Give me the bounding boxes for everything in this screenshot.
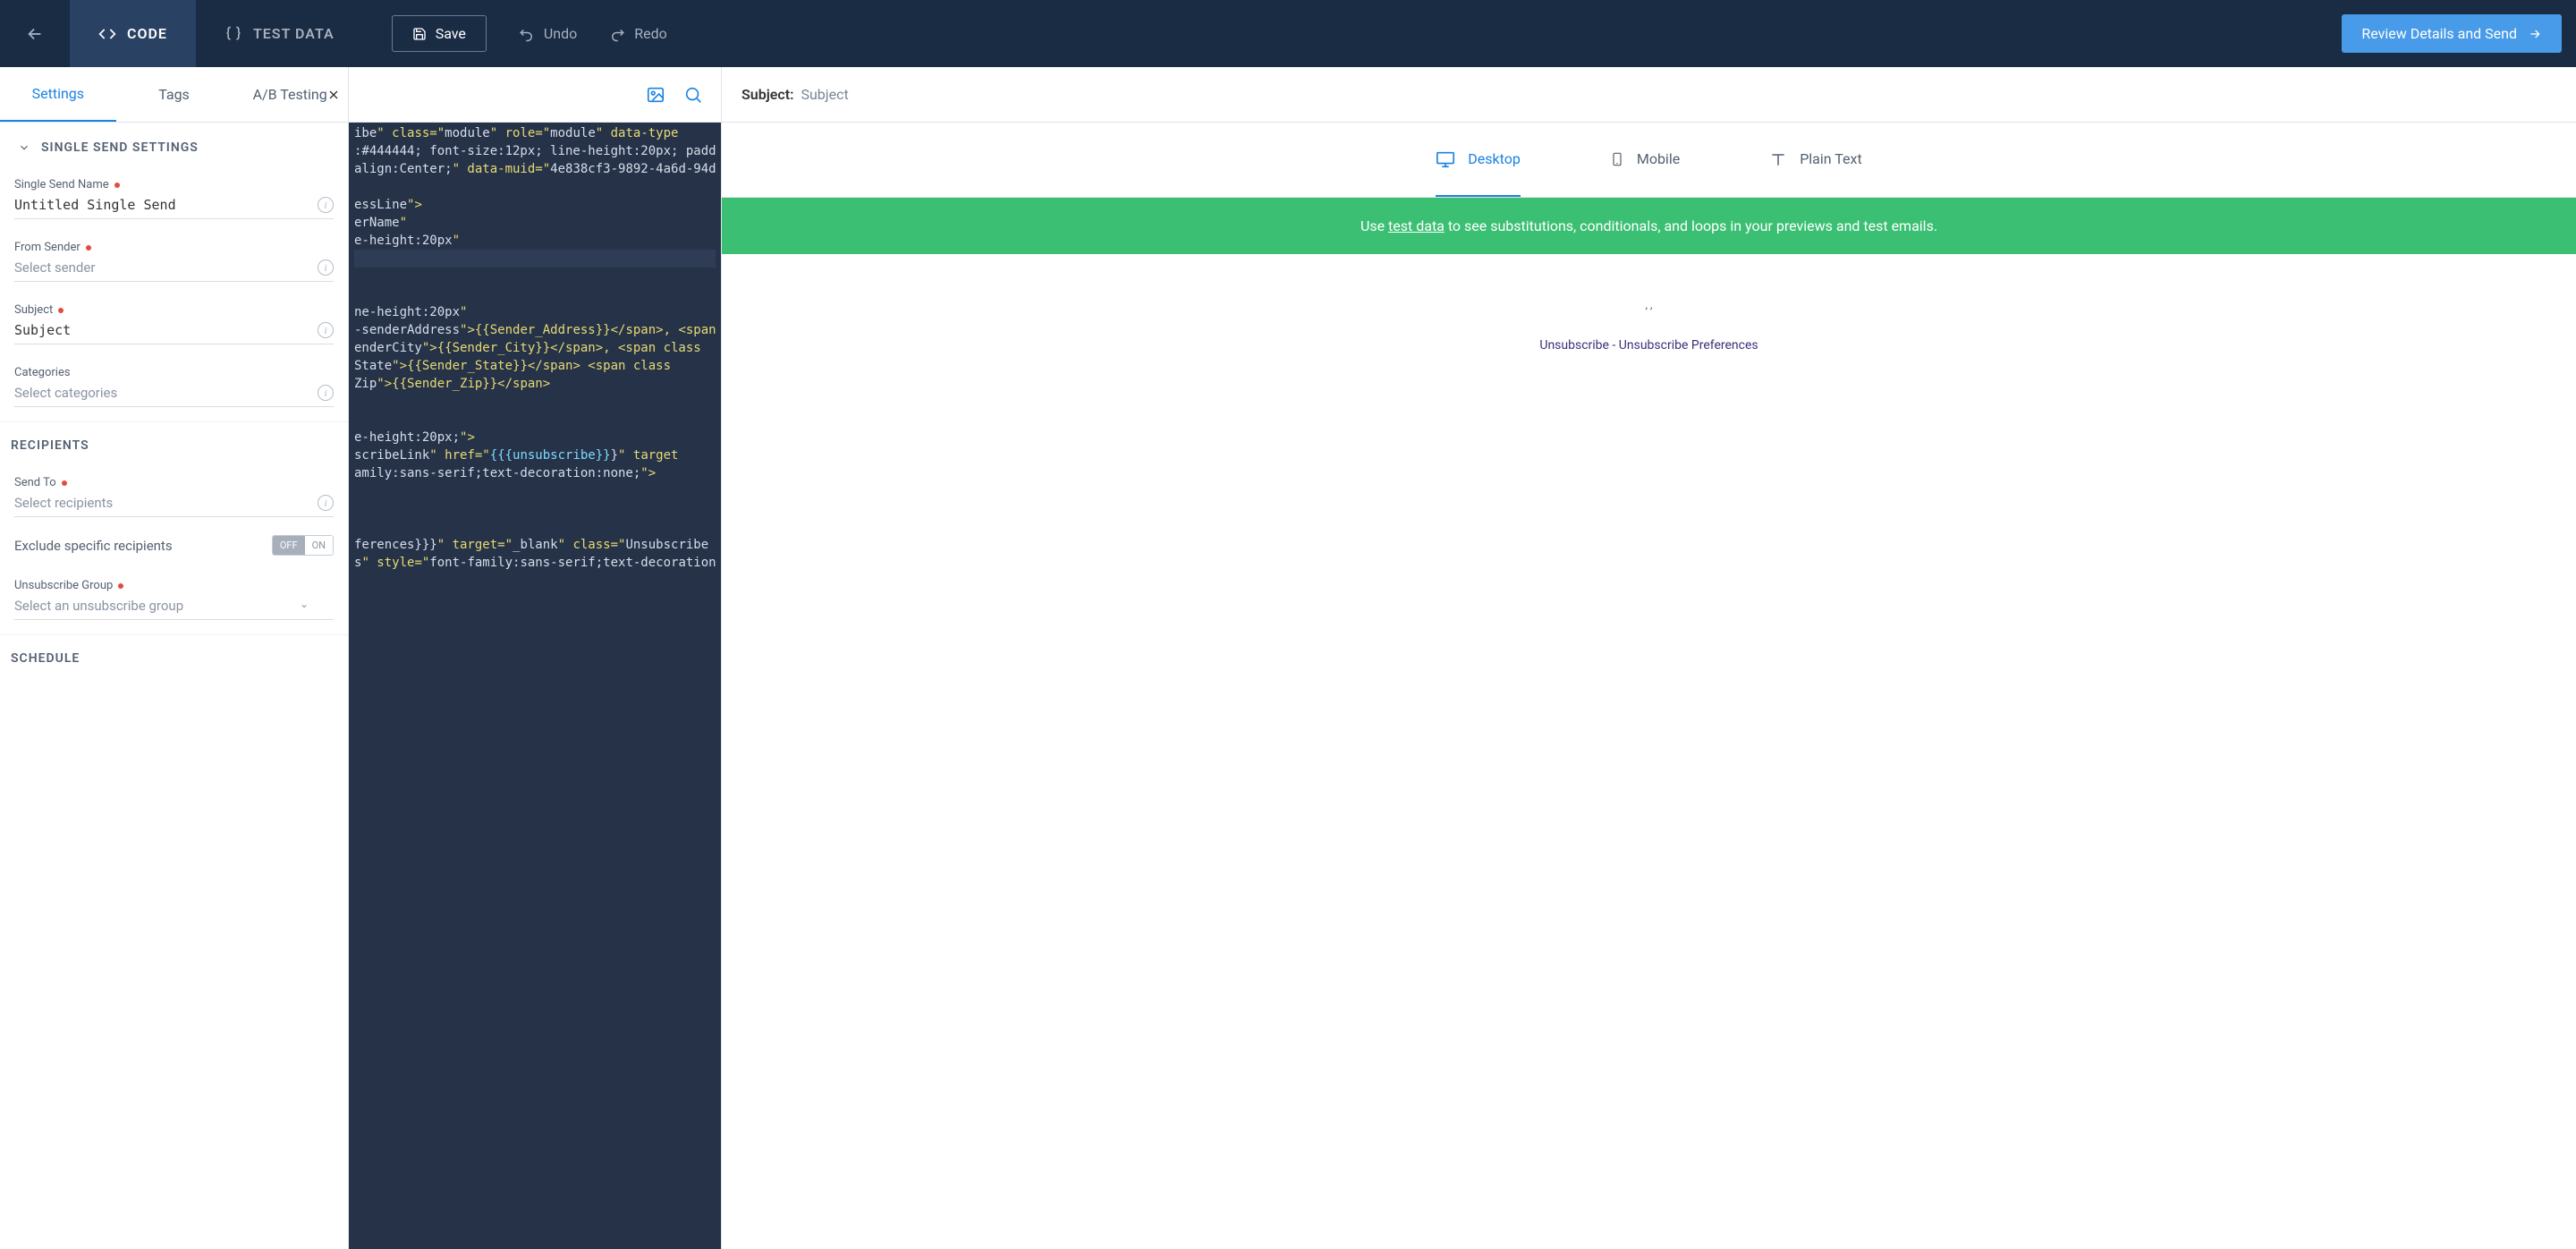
info-icon[interactable]: i [318, 322, 334, 338]
device-tab-desktop[interactable]: Desktop [1436, 123, 1521, 197]
topbar-actions: Save Undo Redo [363, 0, 667, 67]
tab-code[interactable]: CODE [70, 0, 196, 67]
field-single-send-name: Single Send Name i [14, 171, 334, 219]
toggle-on[interactable]: ON [305, 536, 333, 555]
search-icon [683, 85, 703, 105]
subject-input[interactable] [14, 317, 307, 342]
undo-button[interactable]: Undo [519, 25, 577, 42]
mobile-icon [1610, 149, 1624, 169]
required-dot [58, 308, 64, 313]
field-unsubscribe-group: Unsubscribe Group Select an unsubscribe … [14, 572, 334, 620]
tab-test-data[interactable]: TEST DATA [196, 0, 363, 67]
subject-bar: Subject: Subject [722, 67, 2576, 123]
tab-test-data-label: TEST DATA [253, 25, 335, 42]
info-icon[interactable]: i [318, 259, 334, 276]
left-tabs: Settings Tags A/B Testing [0, 67, 348, 123]
subject-label: Subject: [741, 86, 793, 103]
back-button[interactable] [0, 0, 70, 67]
field-from-sender: From Sender Select sender i [14, 234, 334, 282]
main-area: Settings Tags A/B Testing SINGLE SEND SE… [0, 67, 2576, 1249]
section-recipients[interactable]: RECIPIENTS [0, 421, 348, 469]
left-panel: Settings Tags A/B Testing SINGLE SEND SE… [0, 67, 349, 1249]
preview-address-line: , , [722, 299, 2576, 311]
info-icon[interactable]: i [318, 495, 334, 511]
required-dot [86, 245, 91, 251]
close-panel-button[interactable] [326, 88, 341, 102]
review-send-button[interactable]: Review Details and Send [2342, 14, 2562, 53]
preview-panel: Subject: Subject Desktop Mobile Plain Te… [721, 67, 2576, 1249]
device-tab-plain-text[interactable]: Plain Text [1769, 123, 1862, 197]
text-icon [1769, 150, 1787, 168]
tab-code-label: CODE [127, 25, 167, 42]
image-icon-button[interactable] [646, 85, 665, 105]
device-tab-mobile[interactable]: Mobile [1610, 123, 1680, 197]
info-icon[interactable]: i [318, 385, 334, 401]
field-categories: Categories Select categories i [14, 359, 334, 407]
section-single-send-settings[interactable]: SINGLE SEND SETTINGS [0, 123, 348, 171]
exclude-recipients-row: Exclude specific recipients OFF ON [0, 531, 348, 572]
save-label: Save [436, 25, 466, 42]
preview-body: , , Unsubscribe - Unsubscribe Preference… [722, 254, 2576, 1249]
field-subject: Subject i [14, 296, 334, 344]
unsubscribe-link[interactable]: Unsubscribe [1539, 338, 1609, 353]
chevron-down-icon [18, 141, 30, 154]
code-icon [98, 25, 116, 43]
braces-icon [225, 25, 242, 43]
settings-body: SINGLE SEND SETTINGS Single Send Name i … [0, 123, 348, 1249]
unsubscribe-group-select[interactable]: Select an unsubscribe group [14, 592, 307, 617]
categories-select[interactable]: Select categories [14, 379, 307, 404]
field-send-to: Send To Select recipients i [14, 469, 334, 517]
left-tab-tags[interactable]: Tags [116, 67, 233, 122]
left-tab-settings[interactable]: Settings [0, 67, 116, 122]
close-icon [326, 88, 341, 102]
subject-value: Subject [801, 86, 848, 103]
required-dot [62, 480, 67, 486]
section-schedule[interactable]: SCHEDULE [0, 634, 348, 682]
save-button[interactable]: Save [392, 15, 487, 52]
from-sender-select[interactable]: Select sender [14, 254, 307, 279]
arrow-right-icon [2528, 27, 2542, 41]
review-send-label: Review Details and Send [2361, 25, 2517, 42]
code-panel: ibe" class="module" role="module" data-t… [349, 67, 721, 1249]
exclude-recipients-label: Exclude specific recipients [14, 538, 173, 554]
undo-icon [519, 26, 535, 42]
test-data-notice: Use test data to see substitutions, cond… [722, 198, 2576, 254]
chevron-down-icon: ⌄ [300, 598, 309, 610]
desktop-icon [1436, 149, 1455, 169]
save-icon [412, 27, 427, 41]
send-to-select[interactable]: Select recipients [14, 489, 307, 514]
image-icon [646, 85, 665, 105]
exclude-recipients-toggle[interactable]: OFF ON [272, 535, 334, 556]
test-data-link[interactable]: test data [1388, 217, 1445, 234]
device-tabs: Desktop Mobile Plain Text [722, 123, 2576, 198]
redo-button[interactable]: Redo [609, 25, 667, 42]
single-send-name-input[interactable] [14, 191, 307, 217]
unsubscribe-preferences-link[interactable]: Unsubscribe Preferences [1619, 338, 1758, 353]
undo-label: Undo [544, 25, 577, 42]
search-icon-button[interactable] [683, 85, 703, 105]
required-dot [114, 183, 120, 188]
arrow-left-icon [25, 24, 45, 44]
preview-unsubscribe-line: Unsubscribe - Unsubscribe Preferences [722, 338, 2576, 353]
code-toolbar [349, 67, 721, 123]
info-icon[interactable]: i [318, 197, 334, 213]
required-dot [118, 583, 123, 589]
code-editor[interactable]: ibe" class="module" role="module" data-t… [349, 123, 721, 1249]
redo-label: Redo [634, 25, 667, 42]
top-bar: CODE TEST DATA Save Undo Redo Review Det… [0, 0, 2576, 67]
toggle-off[interactable]: OFF [273, 536, 305, 555]
redo-icon [609, 26, 625, 42]
